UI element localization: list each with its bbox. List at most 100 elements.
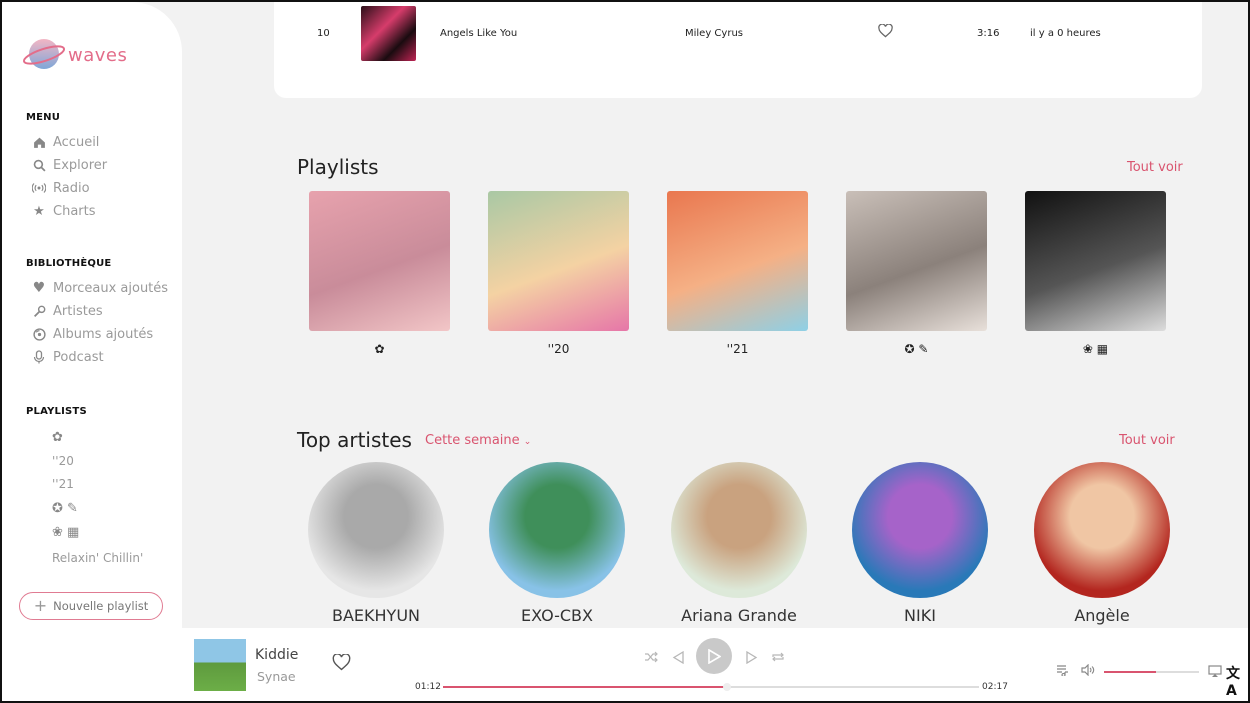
playlists-see-all-link[interactable]: Tout voir [1127, 160, 1183, 175]
track-cover[interactable] [361, 6, 416, 61]
album-icon [32, 327, 46, 341]
now-playing-title[interactable]: Kiddie [255, 647, 298, 663]
artist-avatar[interactable] [1034, 462, 1170, 598]
nav-explorer[interactable]: Explorer [32, 155, 107, 175]
queue-button[interactable] [1054, 662, 1072, 678]
period-dropdown[interactable]: Cette semaine ⌄ [425, 433, 531, 448]
playlist-card[interactable] [667, 191, 808, 331]
playlist-card-label: ✪ ✎ [846, 342, 987, 356]
sidebar-playlist-5[interactable]: ❀ ▦ [52, 525, 79, 540]
nav-albums[interactable]: Albums ajoutés [32, 324, 153, 344]
playlist-card[interactable] [488, 191, 629, 331]
shuffle-button[interactable] [642, 648, 660, 666]
previous-button[interactable] [669, 648, 687, 666]
player-bar: Kiddie Synae 01:12 02:17 文A [2, 628, 1248, 701]
artist-name[interactable]: EXO-CBX [467, 606, 647, 625]
playlist-card-label: ''20 [547, 342, 570, 356]
period-dropdown-label: Cette semaine [425, 433, 520, 448]
menu-title: MENU [26, 112, 61, 123]
shuffle-icon [645, 651, 658, 663]
library-title: BIBLIOTHÈQUE [26, 258, 112, 269]
track-added: il y a 0 heures [1030, 28, 1101, 39]
volume-fill [1104, 671, 1157, 673]
sidebar-playlist-3[interactable]: ''21 [52, 477, 74, 491]
heart-icon: ♥ [32, 280, 46, 296]
logo-text: waves [68, 45, 128, 66]
cast-icon [1208, 664, 1222, 677]
plus-icon: + [33, 596, 48, 615]
track-duration: 3:16 [977, 28, 1000, 39]
track-artist[interactable]: Miley Cyrus [685, 28, 743, 39]
translate-icon[interactable]: 文A [1226, 666, 1244, 699]
total-time: 02:17 [982, 682, 1008, 692]
previous-icon [672, 650, 684, 664]
podcast-mic-icon [32, 350, 46, 364]
nav-label: Artistes [53, 303, 103, 319]
artist-name[interactable]: BAEKHYUN [286, 606, 466, 625]
heart-outline-icon [878, 23, 893, 38]
sidebar-playlist-1[interactable]: ✿ [52, 430, 63, 445]
playlist-card[interactable] [309, 191, 450, 331]
volume-button[interactable] [1079, 662, 1097, 678]
sidebar-playlist-6[interactable]: Relaxin' Chillin' [52, 551, 143, 565]
artist-avatar[interactable] [671, 462, 807, 598]
track-list-card: 10 Angels Like You Miley Cyrus 3:16 il y… [274, 2, 1202, 98]
track-number: 10 [317, 28, 330, 39]
playlists-title: PLAYLISTS [26, 406, 87, 417]
playlists-heading: Playlists [297, 155, 379, 179]
microphone-icon [32, 304, 46, 318]
artist-name[interactable]: Angèle [1012, 606, 1192, 625]
nav-charts[interactable]: ★ Charts [32, 201, 96, 221]
track-title[interactable]: Angels Like You [440, 28, 517, 39]
now-playing-cover[interactable] [194, 639, 246, 691]
heart-outline-icon [332, 653, 350, 670]
progress-knob[interactable] [723, 683, 732, 691]
progress-bar[interactable] [443, 683, 979, 691]
repeat-button[interactable] [769, 648, 787, 666]
nav-label: Radio [53, 180, 90, 196]
repeat-icon [772, 652, 784, 662]
emoji-icon: ✿ [374, 342, 385, 356]
cast-button[interactable] [1206, 663, 1224, 679]
nav-label: Accueil [53, 134, 100, 150]
home-icon [32, 135, 46, 149]
nav-label: Podcast [53, 349, 104, 365]
nav-label: Explorer [53, 157, 108, 173]
new-playlist-label: Nouvelle playlist [53, 599, 149, 613]
logo[interactable]: waves [22, 32, 172, 76]
star-icon: ★ [33, 203, 45, 219]
emoji-pair-icon: ✪ ✎ [52, 501, 78, 516]
search-icon [32, 158, 46, 172]
emoji-icon: ✿ [52, 430, 63, 445]
playlist-card[interactable] [1025, 191, 1166, 331]
chevron-down-icon: ⌄ [523, 437, 532, 447]
new-playlist-button[interactable]: + Nouvelle playlist [19, 592, 163, 620]
like-button[interactable] [330, 652, 352, 672]
playlist-card[interactable] [846, 191, 987, 331]
artist-name[interactable]: Ariana Grande [649, 606, 829, 625]
top-artists-heading: Top artistes [297, 428, 412, 452]
next-button[interactable] [743, 648, 761, 666]
artists-see-all-link[interactable]: Tout voir [1119, 433, 1175, 448]
now-playing-artist[interactable]: Synae [257, 669, 296, 684]
emoji-pair-icon: ❀ ▦ [52, 525, 80, 540]
nav-accueil[interactable]: Accueil [32, 132, 99, 152]
sidebar-playlist-2[interactable]: ''20 [52, 454, 74, 468]
emoji-pair-icon: ✪ ✎ [904, 342, 929, 356]
volume-slider[interactable] [1104, 671, 1199, 673]
sidebar-playlist-4[interactable]: ✪ ✎ [52, 501, 78, 516]
nav-morceaux[interactable]: ♥ Morceaux ajoutés [32, 278, 168, 298]
play-button[interactable] [696, 638, 732, 674]
nav-radio[interactable]: Radio [32, 178, 90, 198]
nav-podcast[interactable]: Podcast [32, 347, 104, 367]
artist-avatar[interactable] [308, 462, 444, 598]
next-icon [746, 650, 758, 664]
nav-artistes[interactable]: Artistes [32, 301, 103, 321]
track-like-button[interactable] [878, 23, 893, 41]
queue-icon [1057, 665, 1068, 676]
artist-avatar[interactable] [489, 462, 625, 598]
nav-label: Charts [53, 203, 96, 219]
emoji-pair-icon: ❀ ▦ [1082, 342, 1109, 356]
artist-name[interactable]: NIKI [830, 606, 1010, 625]
artist-avatar[interactable] [852, 462, 988, 598]
